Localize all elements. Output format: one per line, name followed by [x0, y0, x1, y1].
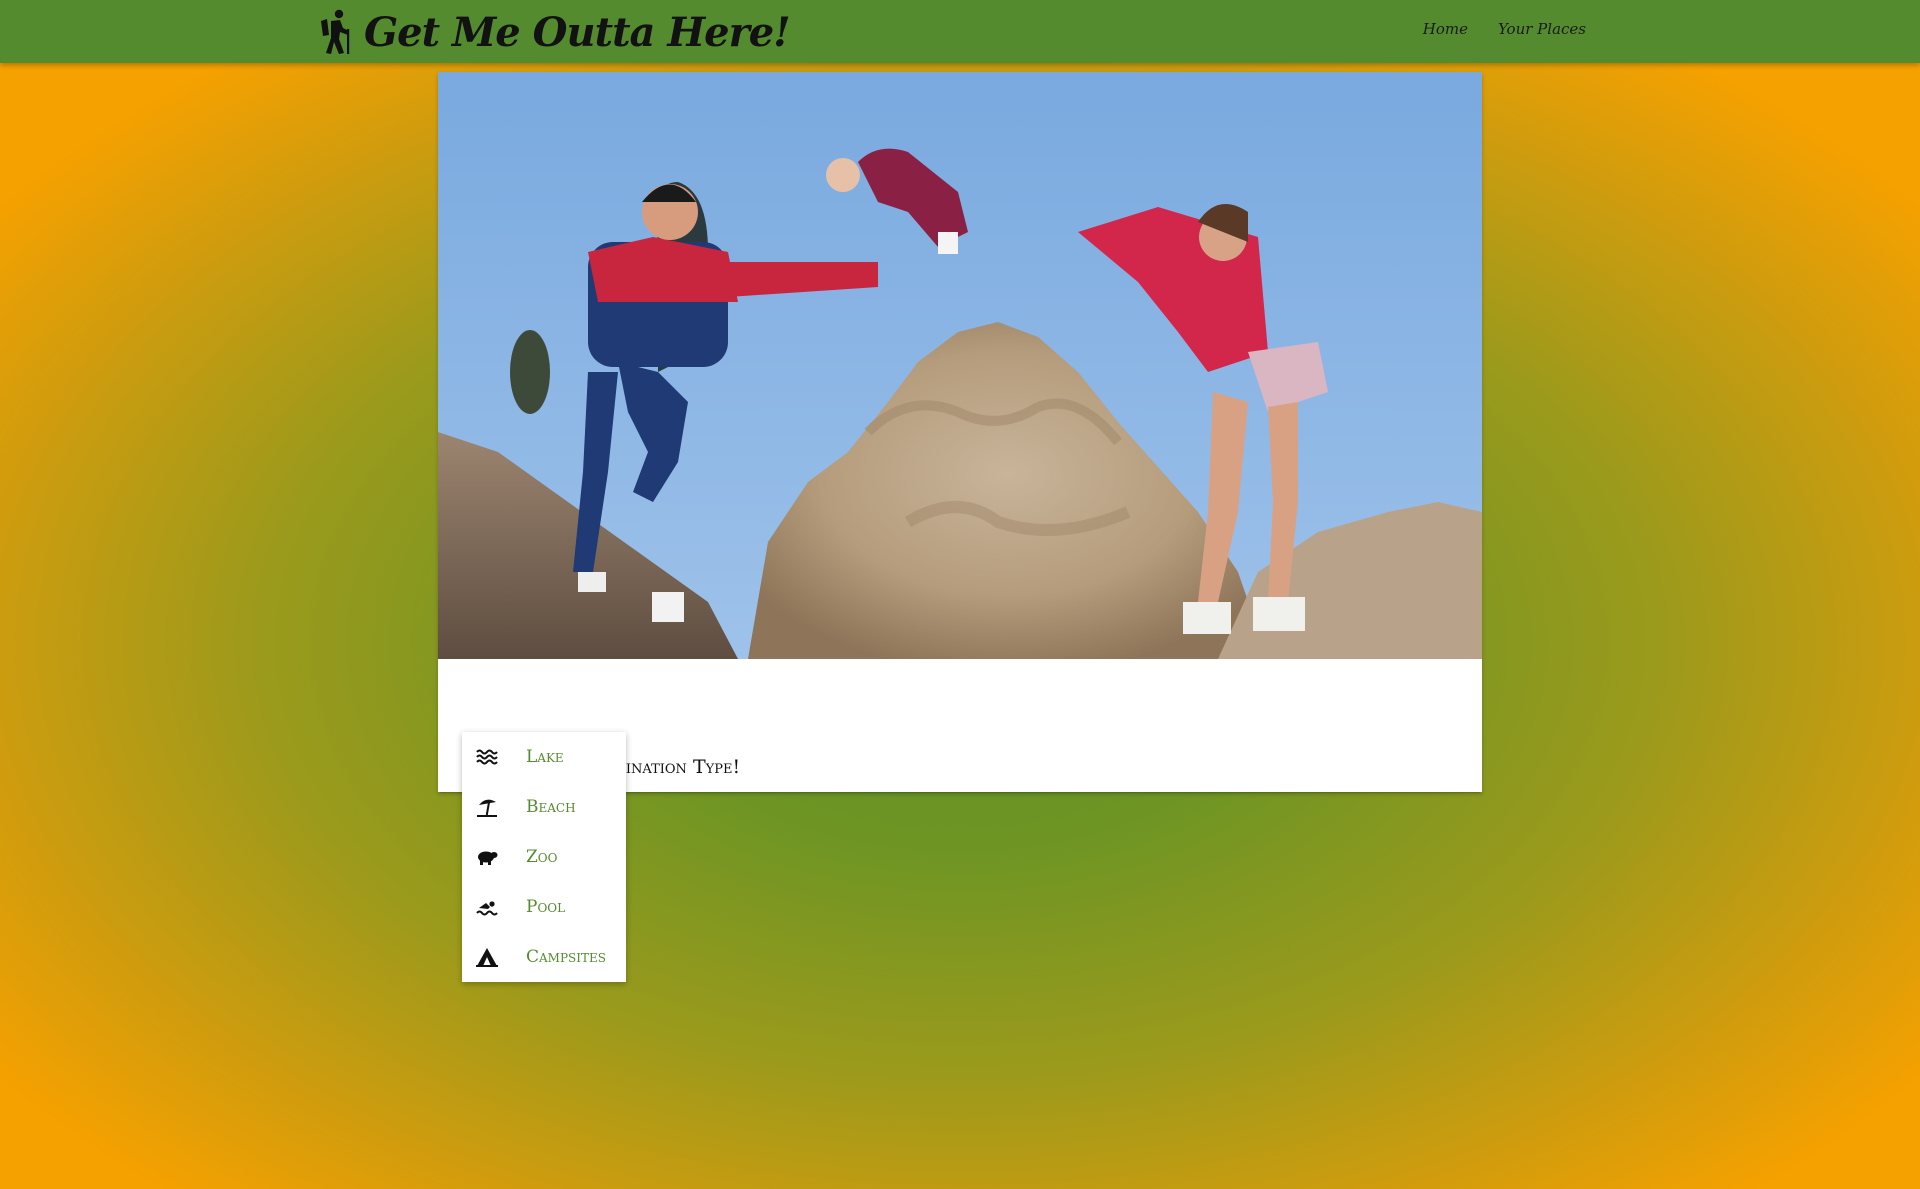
nav-link-home[interactable]: Home	[1423, 20, 1468, 38]
dropdown-item-pool[interactable]: Pool	[462, 882, 626, 932]
nav-links: Home Your Places	[1423, 20, 1586, 38]
hiking-person-icon	[321, 9, 350, 54]
hippo-icon	[478, 851, 498, 865]
dropdown-item-label: Lake	[526, 747, 564, 767]
dropdown-item-zoo[interactable]: Zoo	[462, 832, 626, 882]
dropdown-item-campsites[interactable]: Campsites	[462, 932, 626, 982]
dropdown-item-label: Campsites	[526, 947, 606, 967]
waves-icon	[476, 749, 498, 765]
destination-card: Choose Your Destination Type!	[438, 72, 1482, 792]
nav-link-your-places[interactable]: Your Places	[1498, 20, 1586, 38]
swimmer-icon	[476, 901, 498, 916]
dropdown-item-label: Beach	[526, 797, 576, 817]
destination-type-dropdown: Lake Beach Zoo Pool Campsites	[462, 732, 626, 982]
dropdown-item-lake[interactable]: Lake	[462, 732, 626, 782]
dropdown-item-label: Pool	[526, 897, 566, 917]
top-navbar: Get Me Outta Here! Home Your Places	[0, 0, 1920, 63]
brand-logo-link[interactable]: Get Me Outta Here!	[318, 5, 791, 59]
app-title: Get Me Outta Here!	[364, 8, 791, 56]
dropdown-item-beach[interactable]: Beach	[462, 782, 626, 832]
hero-photo	[438, 72, 1482, 659]
dropdown-item-label: Zoo	[526, 847, 558, 867]
beach-umbrella-icon	[477, 799, 497, 817]
tent-icon	[476, 948, 498, 967]
